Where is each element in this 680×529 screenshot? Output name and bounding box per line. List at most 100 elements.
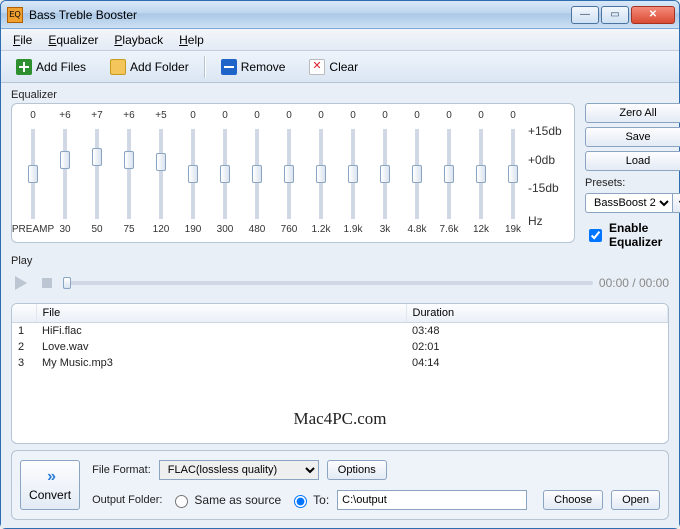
eq-freq-label: 300 (217, 224, 234, 238)
eq-freq-label: PREAMP (12, 224, 54, 238)
eq-gain-value: 0 (190, 110, 196, 124)
eq-slider-PREAMP[interactable] (31, 129, 35, 219)
clear-button[interactable]: Clear (300, 55, 367, 79)
col-index-header[interactable] (12, 304, 36, 323)
clear-label: Clear (329, 60, 358, 74)
convert-icon: » (47, 468, 53, 486)
file-format-label: File Format: (92, 464, 151, 476)
db-unit: Hz (528, 214, 566, 228)
eq-gain-value: 0 (222, 110, 228, 124)
menu-help[interactable]: Help (173, 31, 210, 49)
eq-slider-4.8k[interactable] (415, 129, 419, 219)
eq-gain-value: 0 (382, 110, 388, 124)
eq-gain-value: 0 (254, 110, 260, 124)
add-folder-button[interactable]: Add Folder (101, 55, 198, 79)
open-button[interactable]: Open (611, 490, 660, 510)
save-button[interactable]: Save (585, 127, 680, 147)
convert-button[interactable]: » Convert (20, 460, 80, 510)
eq-slider-50[interactable] (95, 129, 99, 219)
row-duration: 03:48 (406, 323, 668, 340)
time-elapsed: 00:00 (599, 276, 629, 290)
enable-equalizer-input[interactable] (589, 229, 602, 242)
enable-equalizer-checkbox[interactable]: Enable Equalizer (585, 221, 680, 249)
eq-slider-120[interactable] (159, 129, 163, 219)
to-input[interactable] (294, 495, 307, 508)
eq-band-PREAMP: 0PREAMP (20, 110, 46, 238)
same-as-source-radio[interactable]: Same as source (170, 492, 281, 508)
convert-label: Convert (29, 488, 71, 502)
output-path-field[interactable]: C:\output (337, 490, 527, 510)
to-label: To: (313, 493, 329, 507)
eq-band-7.6k: 07.6k (436, 110, 462, 238)
same-as-source-label: Same as source (194, 493, 281, 507)
maximize-button[interactable]: ▭ (601, 6, 629, 24)
row-index: 3 (12, 355, 36, 371)
eq-gain-value: 0 (446, 110, 452, 124)
table-row[interactable]: 2Love.wav02:01 (12, 339, 668, 355)
equalizer-label: Equalizer (11, 89, 669, 101)
minimize-button[interactable]: — (571, 6, 599, 24)
col-duration-header[interactable]: Duration (406, 304, 668, 323)
eq-band-19k: 019k (500, 110, 526, 238)
table-row[interactable]: 3My Music.mp304:14 (12, 355, 668, 371)
eq-band-30: +630 (52, 110, 78, 238)
minus-icon (221, 59, 237, 75)
db-scale: +15db +0db -15db Hz (526, 110, 566, 238)
table-header: File Duration (12, 304, 668, 323)
eq-freq-label: 120 (153, 224, 170, 238)
eq-slider-300[interactable] (223, 129, 227, 219)
eq-slider-1.9k[interactable] (351, 129, 355, 219)
menu-file[interactable]: File (7, 31, 38, 49)
presets-label: Presets: (585, 177, 680, 189)
eq-slider-7.6k[interactable] (447, 129, 451, 219)
options-button[interactable]: Options (327, 460, 387, 480)
row-duration: 04:14 (406, 355, 668, 371)
plus-icon (16, 59, 32, 75)
chevron-down-icon[interactable]: ▼ (673, 193, 680, 213)
remove-button[interactable]: Remove (212, 55, 295, 79)
eq-slider-190[interactable] (191, 129, 195, 219)
toolbar: Add Files Add Folder Remove Clear (1, 51, 679, 83)
eq-band-300: 0 300 (212, 110, 238, 238)
to-radio[interactable]: To: (289, 492, 329, 508)
eq-slider-12k[interactable] (479, 129, 483, 219)
row-file: Love.wav (36, 339, 406, 355)
row-index: 2 (12, 339, 36, 355)
eq-slider-1.2k[interactable] (319, 129, 323, 219)
eq-gain-value: 0 (350, 110, 356, 124)
db-bot: -15db (528, 181, 566, 195)
eq-band-4.8k: 04.8k (404, 110, 430, 238)
table-row[interactable]: 1HiFi.flac03:48 (12, 323, 668, 340)
play-button[interactable] (11, 273, 31, 293)
same-as-source-input[interactable] (175, 495, 188, 508)
db-top: +15db (528, 124, 566, 138)
stop-button[interactable] (37, 273, 57, 293)
eq-gain-value: 0 (318, 110, 324, 124)
eq-slider-3k[interactable] (383, 129, 387, 219)
eq-slider-480[interactable] (255, 129, 259, 219)
col-file-header[interactable]: File (36, 304, 406, 323)
seek-thumb[interactable] (63, 277, 71, 289)
time-total: 00:00 (639, 276, 669, 290)
eq-slider-19k[interactable] (511, 129, 515, 219)
eq-slider-75[interactable] (127, 129, 131, 219)
menu-playback[interactable]: Playback (108, 31, 169, 49)
file-format-select[interactable]: FLAC(lossless quality) (159, 460, 319, 480)
row-duration: 02:01 (406, 339, 668, 355)
seek-slider[interactable] (63, 281, 593, 285)
presets-combo[interactable]: BassBoost 2 ▼ (585, 193, 680, 213)
menu-equalizer[interactable]: Equalizer (42, 31, 104, 49)
file-table: File Duration 1HiFi.flac03:482Love.wav02… (12, 304, 668, 371)
load-button[interactable]: Load (585, 151, 680, 171)
eq-bands: 0PREAMP+630+750+675+51200190030004800760… (20, 110, 526, 238)
zero-all-button[interactable]: Zero All (585, 103, 680, 123)
eq-band-50: +750 (84, 110, 110, 238)
eq-freq-label: 12k (473, 224, 489, 238)
eq-slider-760[interactable] (287, 129, 291, 219)
close-button[interactable]: ✕ (631, 6, 675, 24)
presets-select[interactable]: BassBoost 2 (585, 193, 673, 213)
eq-slider-30[interactable] (63, 129, 67, 219)
choose-button[interactable]: Choose (543, 490, 603, 510)
add-files-button[interactable]: Add Files (7, 55, 95, 79)
eq-freq-label: 50 (91, 224, 102, 238)
